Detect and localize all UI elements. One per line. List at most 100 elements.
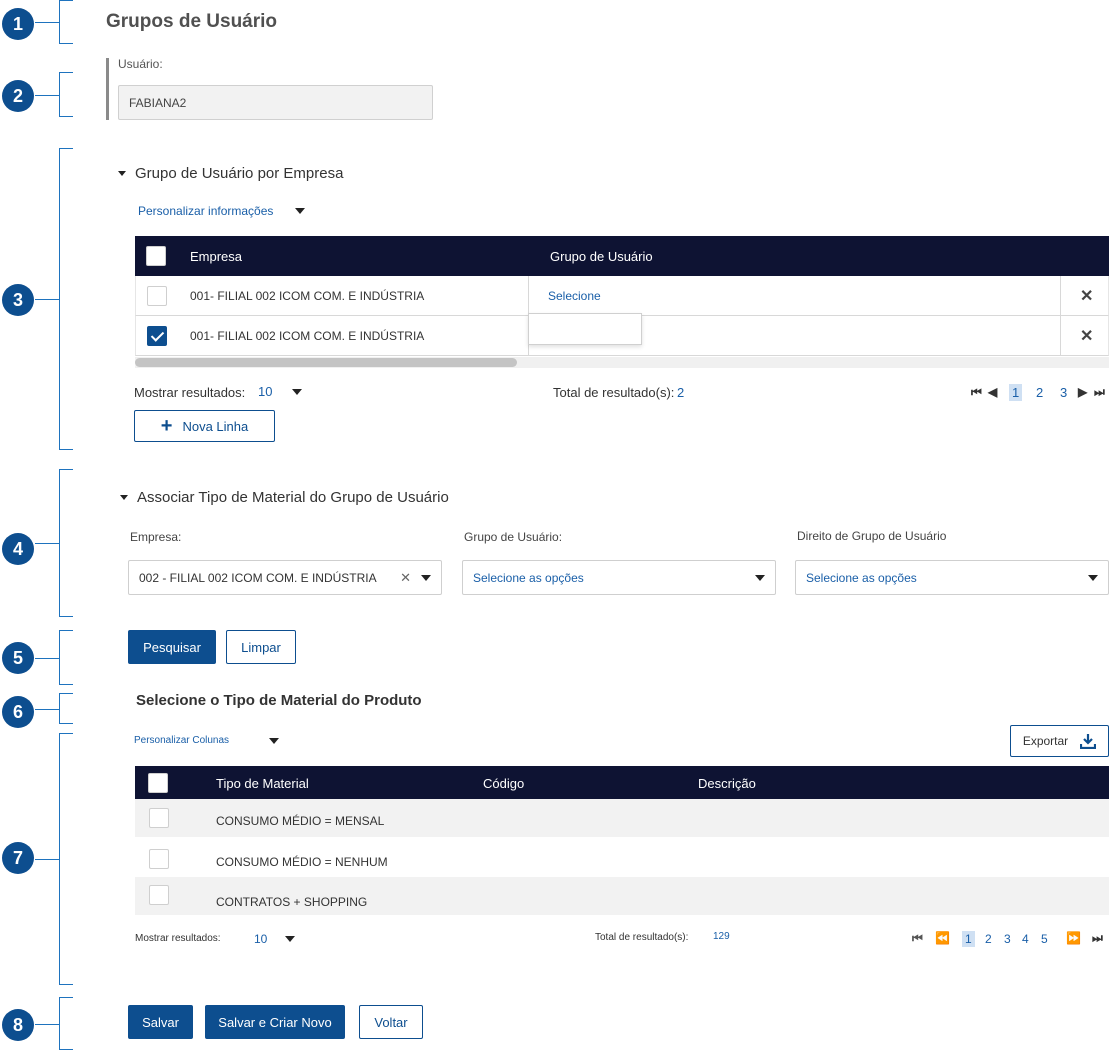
direito-label: Direito de Grupo de Usuário — [797, 529, 947, 543]
prev-page-icon[interactable]: ◀ — [988, 385, 997, 399]
download-icon — [1080, 734, 1097, 749]
chevron-down-icon — [421, 574, 431, 581]
row-checkbox[interactable] — [147, 326, 167, 346]
material-table-header: Tipo de Material Código Descrição — [135, 766, 1109, 799]
table-header: Empresa Grupo de Usuário — [135, 236, 1109, 276]
page-3[interactable]: 3 — [1004, 932, 1011, 946]
grupo-usuario-select[interactable]: Selecione as opções — [462, 560, 776, 595]
section-title: Grupo de Usuário por Empresa — [135, 165, 344, 182]
section-toggle-associar[interactable]: Associar Tipo de Material do Grupo de Us… — [120, 489, 449, 506]
page-4[interactable]: 4 — [1022, 932, 1029, 946]
direito-grupo-select[interactable]: Selecione as opções — [795, 560, 1109, 595]
chevron-down-icon — [285, 936, 296, 942]
empresa-label: Empresa: — [130, 530, 182, 544]
table-row: 001- FILIAL 002 ICOM COM. E INDÚSTRIA Se… — [135, 276, 1109, 316]
save-and-new-button-label: Salvar e Criar Novo — [218, 1014, 332, 1030]
row-checkbox[interactable] — [149, 849, 169, 869]
callout-8: 8 — [2, 1009, 34, 1041]
callout-4: 4 — [2, 533, 34, 565]
chevron-down-icon — [269, 737, 280, 744]
results-per-page-select[interactable]: 10 — [254, 932, 296, 946]
horizontal-scrollbar-thumb[interactable] — [135, 358, 517, 367]
page-3[interactable]: 3 — [1060, 385, 1067, 400]
results-per-page-select[interactable]: 10 — [258, 384, 303, 399]
tipo-material-cell: CONSUMO MÉDIO = MENSAL — [216, 814, 385, 828]
last-page-icon[interactable]: ⏭ — [1094, 385, 1105, 400]
grupo-select[interactable]: Selecione — [548, 289, 601, 303]
empresa-cell: 001- FILIAL 002 ICOM COM. E INDÚSTRIA — [190, 329, 425, 343]
add-line-button[interactable]: + Nova Linha — [134, 410, 275, 442]
next-page-icon[interactable]: ▶ — [1078, 385, 1087, 399]
total-value: 2 — [677, 385, 685, 400]
clear-button-label: Limpar — [241, 639, 281, 655]
tipo-material-cell: CONSUMO MÉDIO = NENHUM — [216, 855, 388, 869]
callout-bracket — [35, 148, 73, 450]
customize-info-dropdown[interactable]: Personalizar informações — [138, 204, 306, 218]
show-results-label: Mostrar resultados: — [135, 933, 221, 944]
delete-row-icon[interactable]: ✕ — [1080, 326, 1093, 346]
row-checkbox[interactable] — [147, 286, 167, 306]
page-1[interactable]: 1 — [962, 931, 975, 947]
save-button-label: Salvar — [142, 1014, 179, 1030]
next-page-icon[interactable]: ⏩ — [1066, 931, 1081, 945]
export-label: Exportar — [1022, 734, 1069, 748]
caret-down-icon — [120, 495, 128, 500]
delete-row-icon[interactable]: ✕ — [1080, 286, 1093, 306]
results-per-page-value: 10 — [254, 932, 268, 946]
callout-7: 7 — [2, 842, 34, 874]
column-header: Tipo de Material — [216, 776, 309, 791]
select-all-checkbox[interactable] — [146, 246, 166, 266]
chevron-down-icon — [292, 388, 303, 395]
customize-info-label: Personalizar informações — [138, 204, 274, 218]
callout-3: 3 — [2, 284, 34, 316]
user-value: FABIANA2 — [129, 95, 187, 110]
page-1[interactable]: 1 — [1009, 384, 1023, 401]
callout-bracket — [35, 0, 73, 44]
grupo-label: Grupo de Usuário: — [464, 530, 563, 544]
customize-columns-dropdown[interactable]: Personalizar Colunas — [134, 735, 280, 746]
tipo-material-cell: CONTRATOS + SHOPPING — [216, 895, 368, 909]
row-checkbox[interactable] — [149, 885, 169, 905]
chevron-down-icon — [1088, 574, 1098, 581]
callout-bracket — [35, 630, 73, 685]
section-title: Associar Tipo de Material do Grupo de Us… — [137, 489, 449, 506]
callout-5: 5 — [2, 642, 34, 674]
save-and-new-button[interactable]: Salvar e Criar Novo — [205, 1005, 345, 1039]
material-section-title: Selecione o Tipo de Material do Produto — [136, 692, 422, 709]
callout-2: 2 — [2, 80, 34, 112]
empresa-select[interactable]: 002 - FILIAL 002 ICOM COM. E INDÚSTRIA ✕ — [128, 560, 442, 595]
search-button-label: Pesquisar — [143, 639, 201, 655]
page-2[interactable]: 2 — [985, 932, 992, 946]
save-button[interactable]: Salvar — [128, 1005, 193, 1039]
callout-6: 6 — [2, 696, 34, 728]
clear-icon[interactable]: ✕ — [400, 570, 411, 586]
direito-select-placeholder: Selecione as opções — [806, 570, 917, 585]
table-row: CONSUMO MÉDIO = MENSAL — [135, 799, 1109, 837]
export-button[interactable]: Exportar — [1010, 725, 1109, 757]
back-button-label: Voltar — [374, 1014, 408, 1030]
first-page-icon[interactable]: ⏮ — [912, 931, 923, 946]
clear-button[interactable]: Limpar — [226, 630, 296, 664]
row-checkbox[interactable] — [149, 808, 169, 828]
chevron-down-icon — [755, 574, 765, 581]
grupo-dropdown-menu[interactable] — [528, 313, 642, 345]
user-field: FABIANA2 — [118, 85, 433, 120]
callout-1: 1 — [2, 8, 34, 40]
callout-bracket — [35, 733, 73, 985]
section-toggle-grupo-empresa[interactable]: Grupo de Usuário por Empresa — [118, 165, 343, 182]
back-button[interactable]: Voltar — [359, 1005, 423, 1039]
empresa-select-value: 002 - FILIAL 002 ICOM COM. E INDÚSTRIA — [139, 570, 377, 585]
last-page-icon[interactable]: ⏭ — [1092, 931, 1103, 946]
column-header: Grupo de Usuário — [550, 249, 653, 264]
prev-page-icon[interactable]: ⏪ — [935, 931, 950, 945]
grupo-select-placeholder: Selecione as opções — [473, 570, 584, 585]
add-line-label: Nova Linha — [182, 418, 249, 434]
page-5[interactable]: 5 — [1041, 932, 1048, 946]
plus-icon: + — [160, 414, 173, 437]
first-page-icon[interactable]: ⏮ — [971, 385, 982, 400]
page-2[interactable]: 2 — [1036, 385, 1043, 400]
show-results-label: Mostrar resultados: — [134, 385, 246, 400]
select-all-checkbox[interactable] — [148, 773, 168, 793]
column-header: Empresa — [190, 249, 243, 264]
search-button[interactable]: Pesquisar — [128, 630, 216, 664]
